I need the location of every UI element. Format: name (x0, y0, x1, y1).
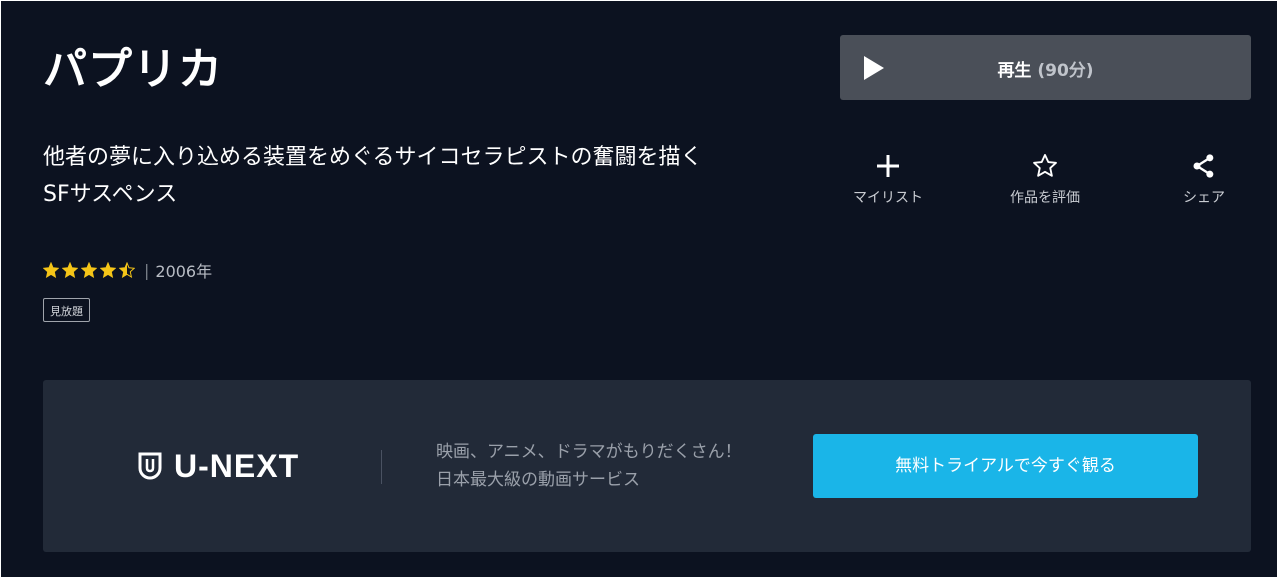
star-full-icon (43, 262, 59, 278)
share-icon (1149, 149, 1259, 181)
release-year: 2006年 (155, 262, 213, 281)
synopsis: 他者の夢に入り込める装置をめぐるサイコセラピストの奮闘を描くSFサスペンス (43, 145, 703, 207)
rating-divider: | (144, 260, 150, 280)
star-full-icon (62, 262, 78, 278)
play-duration: (90分) (1037, 61, 1094, 81)
plus-icon (833, 149, 943, 181)
star-half-icon (119, 262, 135, 278)
rate-button[interactable]: 作品を評価 (990, 149, 1100, 207)
promo-copy-line-2: 日本最大級の動画サービス (436, 470, 640, 490)
share-button[interactable]: シェア (1149, 149, 1259, 207)
rating-row: | 2006年 (43, 258, 212, 282)
logo-text: U-NEXT (174, 448, 300, 484)
mylist-label: マイリスト (853, 190, 923, 206)
free-trial-button[interactable]: 無料トライアルで今すぐ観る (813, 434, 1198, 498)
promo-banner: U-NEXT 映画、アニメ、ドラマがもりだくさん！ 日本最大級の動画サービス 無… (43, 380, 1251, 552)
title-detail-panel: パプリカ 再生 (90分) 他者の夢に入り込める装置をめぐるサイコセラピストの奮… (1, 1, 1277, 577)
promo-divider (381, 450, 382, 484)
rate-label: 作品を評価 (1010, 190, 1080, 206)
mylist-button[interactable]: マイリスト (833, 149, 943, 207)
star-outline-icon (990, 149, 1100, 181)
shield-icon (138, 452, 162, 480)
star-rating (43, 262, 138, 278)
promo-copy: 映画、アニメ、ドラマがもりだくさん！ 日本最大級の動画サービス (436, 438, 742, 494)
play-label: 再生 (997, 61, 1032, 81)
share-label: シェア (1183, 190, 1225, 206)
star-full-icon (81, 262, 97, 278)
unlimited-badge: 見放題 (43, 298, 90, 322)
promo-copy-line-1: 映画、アニメ、ドラマがもりだくさん！ (436, 442, 742, 462)
play-button[interactable]: 再生 (90分) (840, 35, 1251, 100)
unext-logo: U-NEXT (138, 448, 299, 484)
page-title: パプリカ (43, 44, 223, 95)
star-full-icon (100, 262, 116, 278)
